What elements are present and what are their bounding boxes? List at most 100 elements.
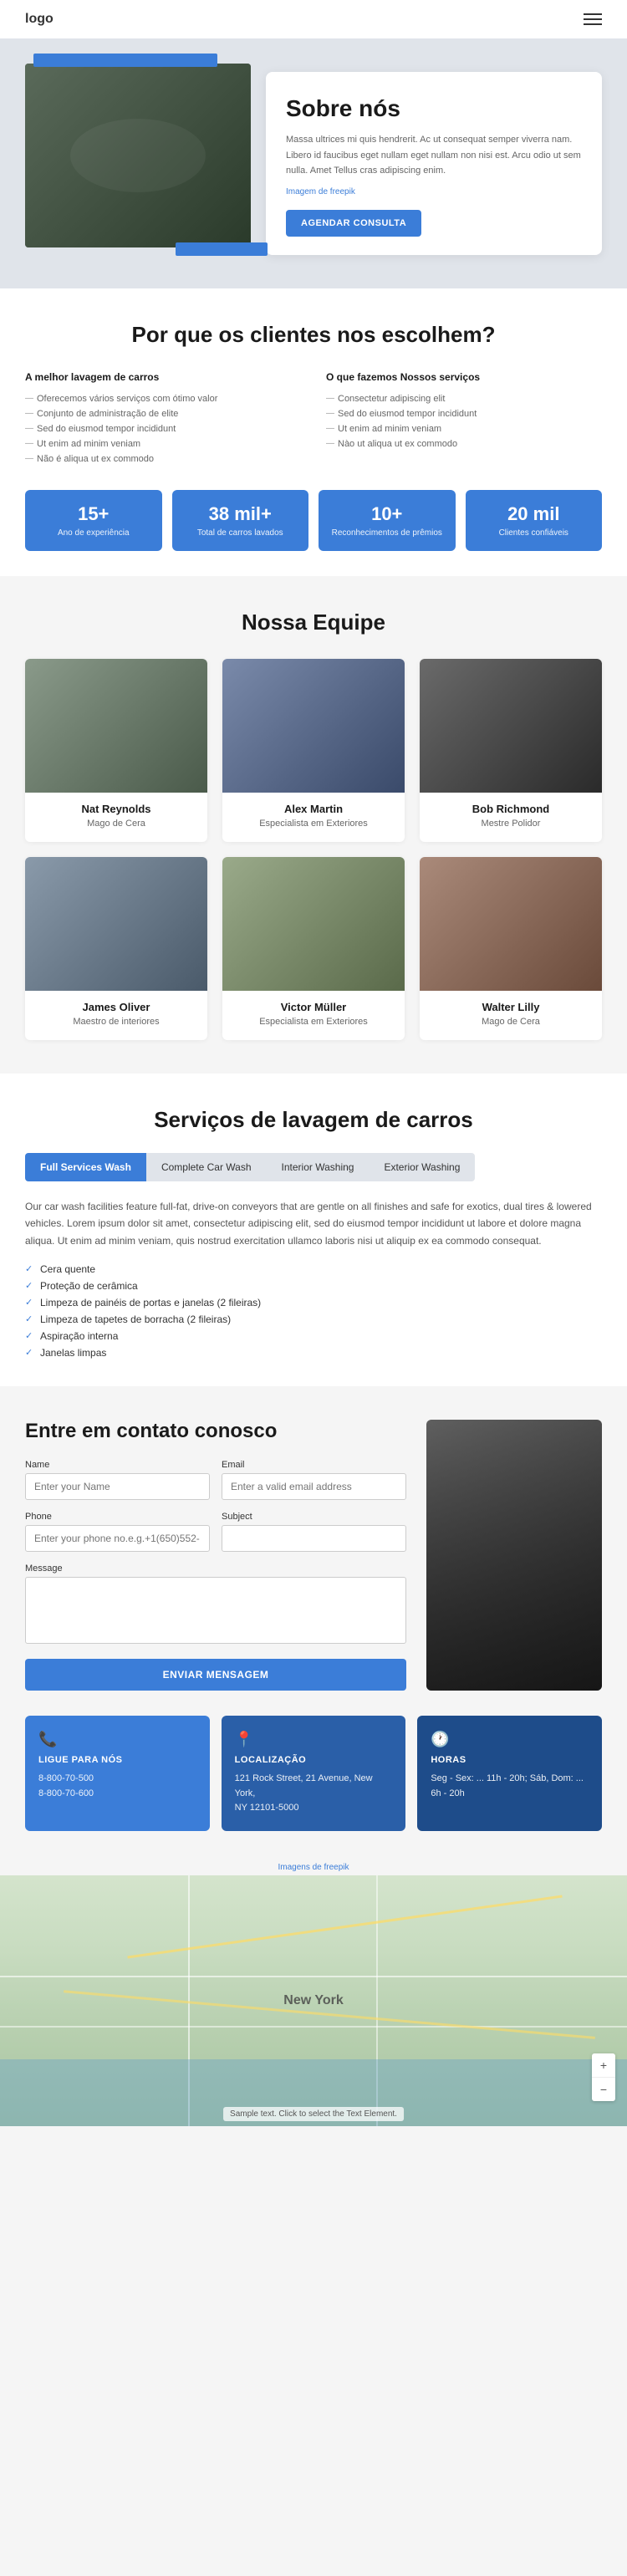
stat-label-3: Clientes confiáveis [474,528,594,538]
contact-title: Entre em contato conosco [25,1420,406,1443]
email-label: Email [222,1460,406,1470]
team-name-0: Nat Reynolds [25,803,207,815]
why-columns: A melhor lavagem de carros —Oferecemos v… [25,371,602,467]
tab-complete-car-wash[interactable]: Complete Car Wash [146,1153,267,1181]
info-box-hours-title: HORAS [431,1755,589,1765]
team-card-4: Victor Müller Especialista em Exteriores [222,857,405,1040]
list-item: —Oferecemos vários serviços com ótimo va… [25,391,301,406]
services-section: Serviços de lavagem de carros Full Servi… [0,1074,627,1386]
list-item: —Consectetur adipiscing elit [326,391,602,406]
message-label: Message [25,1563,406,1574]
image-credit-footer: Imagens de freepik [0,1856,627,1875]
subject-label: Subject [222,1512,406,1522]
email-field-group: Email [222,1460,406,1500]
header: logo [0,0,627,38]
tab-full-services-wash[interactable]: Full Services Wash [25,1153,146,1181]
info-box-location-line2: NY 12101-5000 [235,1801,393,1816]
name-label: Name [25,1460,210,1470]
form-row-2: Phone Subject [25,1512,406,1552]
info-box-phone-line2: 8-800-70-600 [38,1787,196,1802]
info-box-phone-line1: 8-800-70-500 [38,1772,196,1787]
team-role-5: Mago de Cera [420,1017,602,1027]
list-item: —Não é aliqua ut ex commodo [25,451,301,467]
stats-row: 15+ Ano de experiência 38 mil+ Total de … [25,490,602,551]
stat-label-0: Ano de experiência [33,528,154,538]
hamburger-line-2 [584,18,602,20]
contact-section: Entre em contato conosco Name Email Phon… [0,1386,627,1716]
team-role-1: Especialista em Exteriores [222,819,405,829]
message-input[interactable] [25,1577,406,1644]
phone-input[interactable] [25,1525,210,1552]
stat-box-3: 20 mil Clientes confiáveis [466,490,603,551]
services-title: Serviços de lavagem de carros [25,1107,602,1133]
contact-submit-button[interactable]: ENVIAR MENSAGEM [25,1659,406,1691]
why-col1-list: —Oferecemos vários serviços com ótimo va… [25,391,301,467]
name-input[interactable] [25,1473,210,1500]
contact-image-placeholder [426,1420,602,1691]
hero-image-credit: Imagem de freepik [286,187,582,196]
hero-description: Massa ultrices mi quis hendrerit. Ac ut … [286,132,582,179]
clock-icon: 🕐 [431,1731,589,1748]
team-name-1: Alex Martin [222,803,405,815]
hero-title: Sobre nós [286,95,582,122]
why-col-1: A melhor lavagem de carros —Oferecemos v… [25,371,301,467]
stat-label-2: Reconhecimentos de prêmios [327,528,447,538]
services-description: Our car wash facilities feature full-fat… [25,1198,602,1249]
team-role-3: Maestro de interiores [25,1017,207,1027]
subject-field-group: Subject [222,1512,406,1552]
phone-field-group: Phone [25,1512,210,1552]
logo: logo [25,12,54,27]
phone-label: Phone [25,1512,210,1522]
hero-cta-button[interactable]: AGENDAR CONSULTA [286,210,421,237]
map-section: New York + − Sample text. Click to selec… [0,1875,627,2126]
team-grid: Nat Reynolds Mago de Cera Alex Martin Es… [25,659,602,1040]
service-item-2: ✓Limpeza de painéis de portas e janelas … [25,1294,602,1311]
info-box-phone-title: LIGUE PARA NÓS [38,1755,196,1765]
stat-number-3: 20 mil [474,503,594,525]
name-field-group: Name [25,1460,210,1500]
tab-interior-washing[interactable]: Interior Washing [267,1153,370,1181]
why-col-2: O que fazemos Nossos serviços —Consectet… [326,371,602,467]
team-name-4: Victor Müller [222,1001,405,1013]
list-item: —Nào ut aliqua ut ex commodo [326,436,602,451]
team-card-5: Walter Lilly Mago de Cera [420,857,602,1040]
hero-image-wrapper [25,64,251,247]
email-input[interactable] [222,1473,406,1500]
message-field-group: Message [25,1563,406,1644]
map-city-label: New York [283,1993,343,2008]
stat-number-1: 38 mil+ [181,503,301,525]
info-box-hours-line1: Seg - Sex: ... 11h - 20h; Sáb, Dom: ... [431,1772,589,1787]
service-item-5: ✓Janelas limpas [25,1344,602,1361]
team-photo-0 [25,659,207,793]
team-photo-5 [420,857,602,991]
contact-form-wrapper: Entre em contato conosco Name Email Phon… [25,1420,406,1691]
hero-content-card: Sobre nós Massa ultrices mi quis hendrer… [266,72,602,255]
why-title: Por que os clientes nos escolhem? [25,322,602,348]
form-row-1: Name Email [25,1460,406,1500]
hero-blue-accent-bottom [176,242,268,256]
team-card-0: Nat Reynolds Mago de Cera [25,659,207,842]
team-photo-1 [222,659,405,793]
team-card-3: James Oliver Maestro de interiores [25,857,207,1040]
team-name-5: Walter Lilly [420,1001,602,1013]
why-col1-title: A melhor lavagem de carros [25,371,301,383]
team-role-2: Mestre Polidor [420,819,602,829]
hamburger-menu[interactable] [584,13,602,25]
info-box-hours: 🕐 HORAS Seg - Sex: ... 11h - 20h; Sáb, D… [417,1716,602,1831]
list-item: —Ut enim ad minim veniam [326,421,602,436]
why-col2-list: —Consectetur adipiscing elit —Sed do eiu… [326,391,602,451]
team-role-0: Mago de Cera [25,819,207,829]
subject-input[interactable] [222,1525,406,1552]
service-item-0: ✓Cera quente [25,1261,602,1278]
hamburger-line-1 [584,13,602,15]
team-photo-3 [25,857,207,991]
list-item: —Conjunto de administração de elite [25,406,301,421]
service-item-4: ✓Aspiração interna [25,1328,602,1344]
tab-exterior-washing[interactable]: Exterior Washing [369,1153,475,1181]
map-zoom-controls[interactable]: + − [592,2053,615,2101]
info-box-location-title: LOCALIZAÇÃO [235,1755,393,1765]
info-box-location: 📍 LOCALIZAÇÃO 121 Rock Street, 21 Avenue… [222,1716,406,1831]
team-card-2: Bob Richmond Mestre Polidor [420,659,602,842]
team-section: Nossa Equipe Nat Reynolds Mago de Cera A… [0,576,627,1074]
list-item: —Sed do eiusmod tempor incididunt [25,421,301,436]
